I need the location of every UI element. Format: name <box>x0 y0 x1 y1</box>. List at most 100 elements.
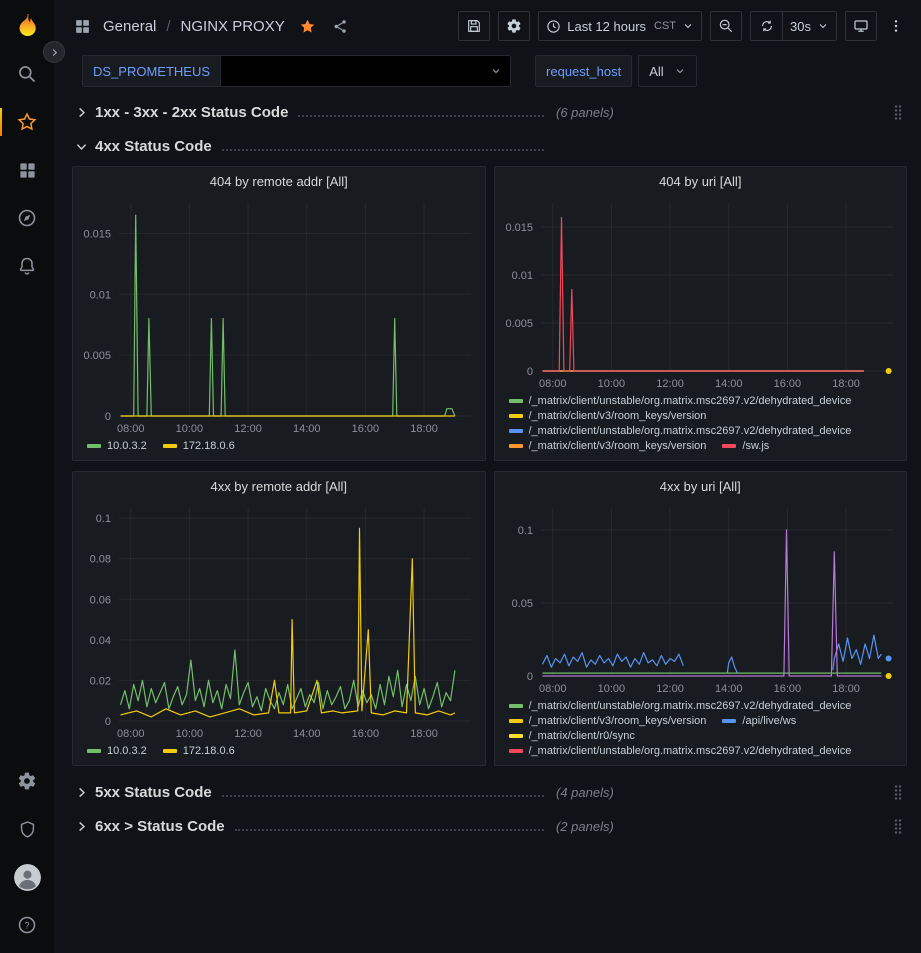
row-1xx-3xx-2xx[interactable]: 1xx - 3xx - 2xx Status Code (6 panels) <box>72 98 907 126</box>
panel-title[interactable]: 4xx by uri [All] <box>495 472 907 500</box>
row-drag-handle[interactable] <box>889 782 907 803</box>
legend-label: /sw.js <box>742 440 769 452</box>
refresh-interval-dropdown[interactable]: 30s <box>782 11 837 41</box>
legend-swatch <box>509 444 523 448</box>
grafana-app: ? General / NGINX PROXY <box>0 0 921 953</box>
legend-item[interactable]: /_matrix/client/r0/sync <box>509 730 635 742</box>
row-6xx[interactable]: 6xx > Status Code (2 panels) <box>72 812 907 840</box>
grafana-logo[interactable] <box>14 12 41 42</box>
svg-text:0.015: 0.015 <box>505 222 533 234</box>
chevron-down-icon <box>490 65 502 77</box>
row-title: 4xx Status Code <box>95 138 212 155</box>
panel-legend: 10.0.3.2 172.18.0.6 <box>73 438 485 460</box>
svg-text:10:00: 10:00 <box>597 378 625 390</box>
svg-text:18:00: 18:00 <box>832 378 860 390</box>
legend-swatch <box>722 719 736 723</box>
legend-item[interactable]: 10.0.3.2 <box>87 745 147 757</box>
sidebar-bottom-nav: ? <box>0 757 54 953</box>
svg-text:14:00: 14:00 <box>293 728 321 740</box>
legend-label: 172.18.0.6 <box>183 745 235 757</box>
svg-text:18:00: 18:00 <box>410 423 438 435</box>
gear-icon <box>17 771 37 791</box>
svg-text:12:00: 12:00 <box>234 423 262 435</box>
dashboard-settings-button[interactable] <box>498 11 530 41</box>
sidebar-item-explore[interactable] <box>0 194 54 242</box>
zoom-out-time-button[interactable] <box>710 11 742 41</box>
legend-item[interactable]: /_matrix/client/unstable/org.matrix.msc2… <box>509 745 852 757</box>
legend-swatch <box>163 749 177 753</box>
legend-item[interactable]: 10.0.3.2 <box>87 440 147 452</box>
legend-item[interactable]: /_matrix/client/v3/room_keys/version <box>509 715 707 727</box>
panel-title[interactable]: 404 by uri [All] <box>495 167 907 195</box>
row-dotted-leader <box>222 788 544 797</box>
legend-item[interactable]: 172.18.0.6 <box>163 745 235 757</box>
avatar-person-icon <box>14 864 41 891</box>
sidebar-item-alerting[interactable] <box>0 242 54 290</box>
legend-label: /_matrix/client/unstable/org.matrix.msc2… <box>529 425 852 437</box>
star-icon <box>17 112 37 132</box>
refresh-button[interactable] <box>750 11 782 41</box>
more-options-button[interactable] <box>885 11 907 41</box>
chevron-down-icon <box>74 139 89 154</box>
help-icon: ? <box>17 915 37 935</box>
apps-grid-icon[interactable] <box>74 18 91 35</box>
tv-mode-button[interactable] <box>845 11 877 41</box>
dashboard-canvas: 1xx - 3xx - 2xx Status Code (6 panels) 4… <box>54 90 921 953</box>
row-drag-handle[interactable] <box>889 102 907 123</box>
legend-label: /api/live/ws <box>742 715 796 727</box>
sidebar-item-profile[interactable] <box>0 853 54 901</box>
svg-text:08:00: 08:00 <box>538 378 566 390</box>
timeseries-chart[interactable]: 08:0010:0012:0014:0016:0018:0000.0050.01… <box>495 195 907 393</box>
breadcrumb-dashboard-title[interactable]: NGINX PROXY <box>181 18 285 35</box>
row-drag-handle[interactable] <box>889 816 907 837</box>
search-icon <box>17 64 37 84</box>
svg-text:0.01: 0.01 <box>90 289 111 301</box>
svg-text:14:00: 14:00 <box>714 378 742 390</box>
grafana-flame-icon <box>14 12 41 39</box>
request-host-value: All <box>649 64 663 79</box>
sidebar-item-help[interactable]: ? <box>0 901 54 949</box>
legend-item[interactable]: 172.18.0.6 <box>163 440 235 452</box>
svg-text:0.06: 0.06 <box>90 594 111 606</box>
panel-legend: 10.0.3.2 172.18.0.6 <box>73 743 485 765</box>
row-4xx[interactable]: 4xx Status Code <box>72 132 907 160</box>
legend-item[interactable]: /_matrix/client/v3/room_keys/version <box>509 410 707 422</box>
svg-text:12:00: 12:00 <box>656 378 684 390</box>
variable-label-request-host[interactable]: request_host <box>535 55 632 87</box>
legend-swatch <box>163 444 177 448</box>
favorite-star-button[interactable] <box>299 18 316 35</box>
legend-item[interactable]: /_matrix/client/unstable/org.matrix.msc2… <box>509 395 852 407</box>
svg-text:14:00: 14:00 <box>293 423 321 435</box>
legend-item[interactable]: /_matrix/client/v3/room_keys/version <box>509 440 707 452</box>
save-dashboard-button[interactable] <box>458 11 490 41</box>
share-alt-icon <box>332 18 349 35</box>
panel-title[interactable]: 4xx by remote addr [All] <box>73 472 485 500</box>
compass-icon <box>17 208 37 228</box>
legend-swatch <box>87 749 101 753</box>
legend-item[interactable]: /sw.js <box>722 440 769 452</box>
timeseries-chart[interactable]: 08:0010:0012:0014:0016:0018:0000.020.040… <box>73 500 485 743</box>
timeseries-chart[interactable]: 08:0010:0012:0014:0016:0018:0000.050.1 <box>495 500 907 698</box>
panel-title[interactable]: 404 by remote addr [All] <box>73 167 485 195</box>
variable-value-request-host[interactable]: All <box>638 55 696 87</box>
legend-swatch <box>722 444 736 448</box>
timeseries-chart[interactable]: 08:0010:0012:0014:0016:0018:0000.0050.01… <box>73 195 485 438</box>
sidebar-expand-button[interactable] <box>43 41 65 63</box>
breadcrumb-folder[interactable]: General <box>103 18 156 35</box>
legend-label: /_matrix/client/v3/room_keys/version <box>529 715 707 727</box>
legend-item[interactable]: /_matrix/client/unstable/org.matrix.msc2… <box>509 425 852 437</box>
share-button[interactable] <box>332 18 349 35</box>
sidebar-item-settings[interactable] <box>0 757 54 805</box>
sidebar-item-server-admin[interactable] <box>0 805 54 853</box>
legend-item[interactable]: /api/live/ws <box>722 715 796 727</box>
sidebar-item-starred[interactable] <box>0 98 54 146</box>
svg-text:0: 0 <box>105 411 111 423</box>
sidebar-item-dashboards[interactable] <box>0 146 54 194</box>
variable-value-datasource[interactable] <box>221 55 511 87</box>
legend-label: /_matrix/client/unstable/org.matrix.msc2… <box>529 745 852 757</box>
row-5xx[interactable]: 5xx Status Code (4 panels) <box>72 778 907 806</box>
variable-label-datasource[interactable]: DS_PROMETHEUS <box>82 55 221 87</box>
legend-item[interactable]: /_matrix/client/unstable/org.matrix.msc2… <box>509 700 852 712</box>
time-range-picker[interactable]: Last 12 hours CST <box>538 11 702 41</box>
svg-text:0.01: 0.01 <box>511 270 532 282</box>
